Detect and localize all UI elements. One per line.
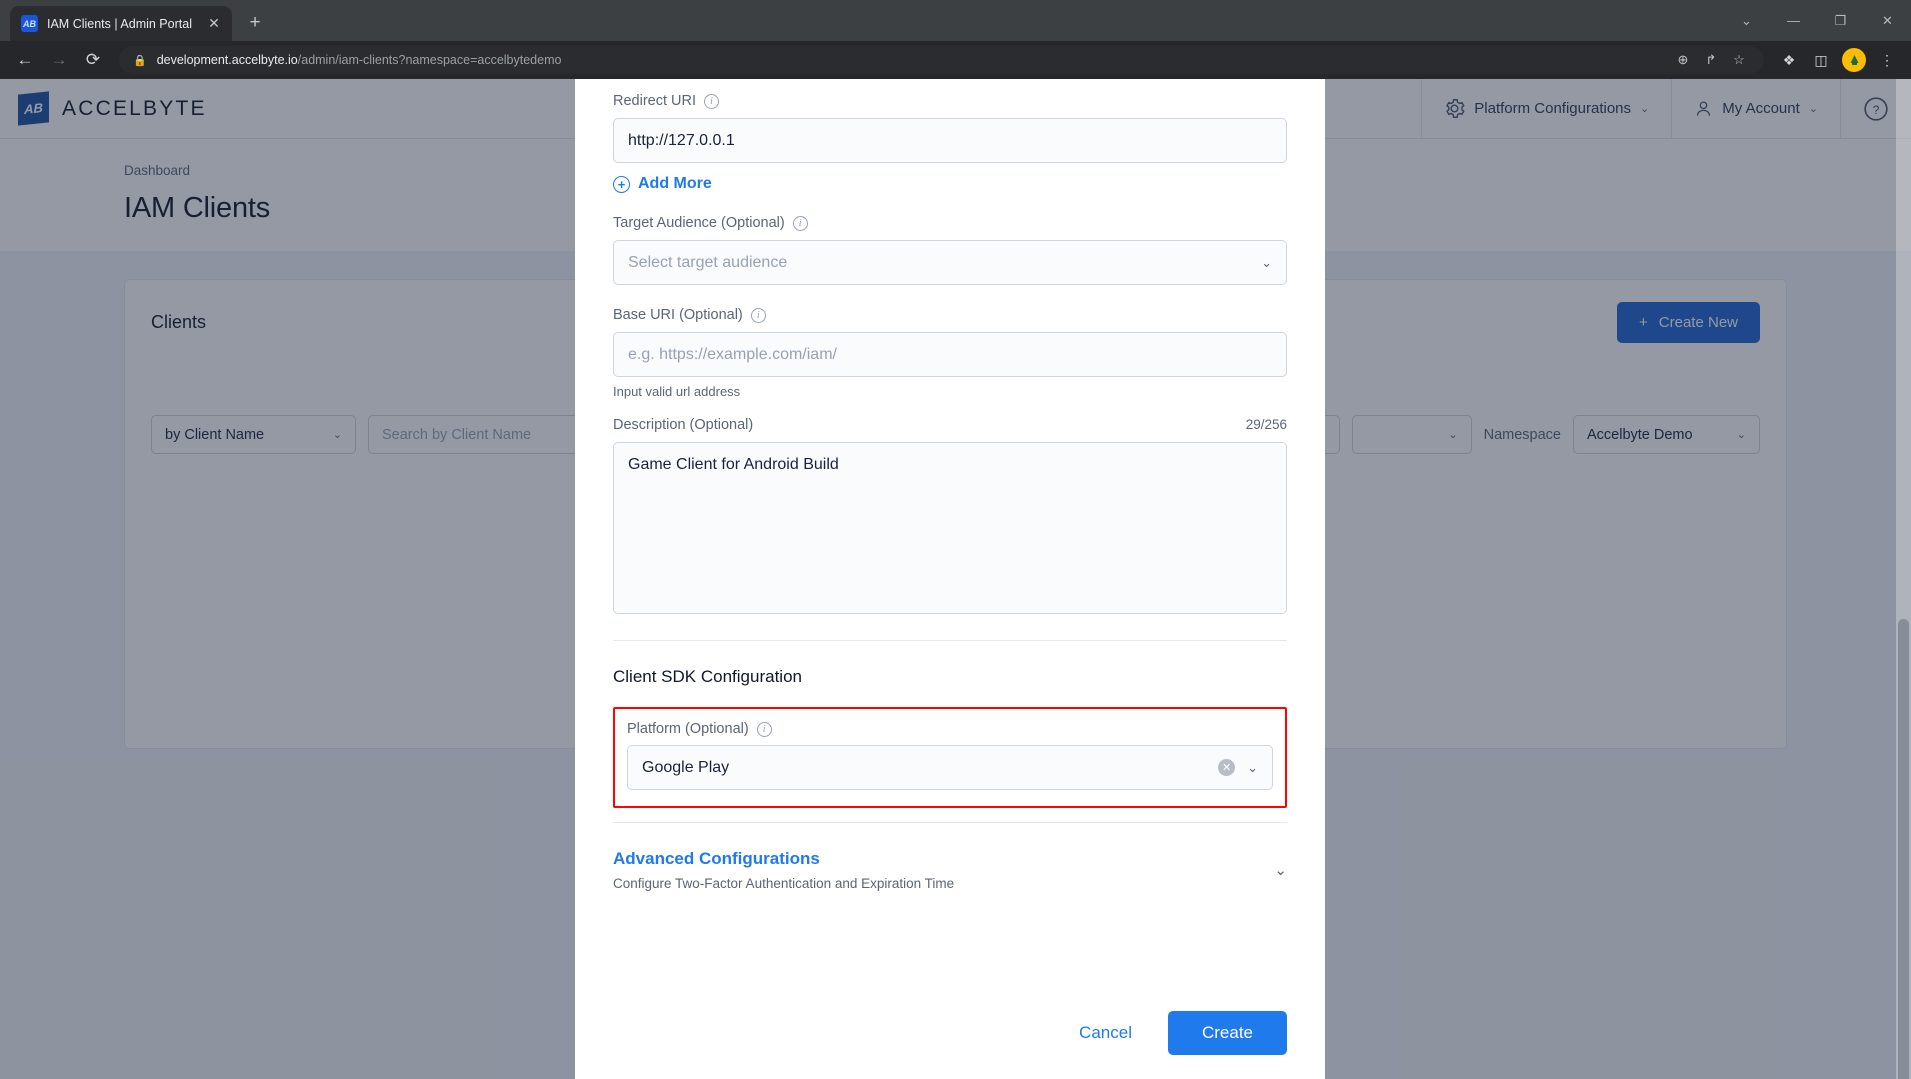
url-domain: development.accelbyte.io: [156, 53, 298, 67]
base-uri-input[interactable]: e.g. https://example.com/iam/: [613, 332, 1287, 377]
minimize-icon[interactable]: —: [1770, 0, 1817, 41]
forward-icon[interactable]: →: [43, 44, 75, 76]
back-icon[interactable]: ←: [9, 44, 41, 76]
platform-field-highlight: Platform (Optional) i Google Play ✕ ⌄: [613, 707, 1287, 808]
page-root: AB ACCELBYTE Platform Configurations ⌄ M…: [0, 79, 1911, 1079]
plus-circle-icon: +: [613, 175, 630, 193]
redirect-uri-label-row: Redirect URI i: [613, 93, 1287, 109]
base-uri-placeholder: e.g. https://example.com/iam/: [628, 345, 837, 363]
browser-tab-strip: AB IAM Clients | Admin Portal ✕ + ⌄ — ❐ …: [0, 0, 1911, 41]
redirect-uri-field: Redirect URI i http://127.0.0.1 + Add Mo…: [613, 79, 1287, 193]
target-audience-select[interactable]: Select target audience ⌄: [613, 240, 1287, 285]
modal-footer: Cancel Create: [575, 993, 1325, 1079]
address-bar[interactable]: 🔒 development.accelbyte.io/admin/iam-cli…: [119, 46, 1764, 74]
info-icon[interactable]: i: [792, 215, 808, 231]
description-value: Game Client for Android Build: [628, 456, 839, 473]
clear-platform-icon[interactable]: ✕: [1218, 759, 1236, 776]
extensions-puzzle-icon[interactable]: ❖: [1774, 45, 1804, 75]
target-audience-label-row: Target Audience (Optional) i: [613, 215, 1287, 231]
base-uri-label: Base URI (Optional): [613, 307, 743, 323]
advanced-text-block: Advanced Configurations Configure Two-Fa…: [613, 849, 954, 891]
browser-tab-iam-clients[interactable]: AB IAM Clients | Admin Portal ✕: [10, 6, 232, 41]
tab-search-chevron-icon[interactable]: ⌄: [1723, 0, 1770, 41]
modal-body: Redirect URI i http://127.0.0.1 + Add Mo…: [575, 79, 1325, 993]
description-label-row: Description (Optional) 29/256: [613, 417, 1287, 433]
advanced-configurations-subtitle: Configure Two-Factor Authentication and …: [613, 876, 955, 891]
description-textarea[interactable]: Game Client for Android Build: [613, 442, 1287, 614]
description-label: Description (Optional): [613, 417, 754, 433]
platform-select[interactable]: Google Play ✕ ⌄: [627, 745, 1273, 790]
tab-favicon: AB: [21, 15, 38, 32]
advanced-configurations-row[interactable]: Advanced Configurations Configure Two-Fa…: [613, 849, 1287, 891]
target-audience-field: Target Audience (Optional) i Select targ…: [613, 215, 1287, 285]
browser-chrome: AB IAM Clients | Admin Portal ✕ + ⌄ — ❐ …: [0, 0, 1911, 79]
maximize-icon[interactable]: ❐: [1817, 0, 1864, 41]
base-uri-helper-text: Input valid url address: [613, 384, 741, 399]
page-scrollbar-track[interactable]: [1896, 79, 1911, 1079]
close-window-icon[interactable]: ✕: [1864, 0, 1911, 41]
target-audience-placeholder: Select target audience: [628, 253, 788, 271]
profile-glyph-icon: [1850, 54, 1858, 65]
share-icon[interactable]: ↱: [1698, 47, 1724, 73]
target-audience-label: Target Audience (Optional): [613, 215, 785, 231]
description-char-counter: 29/256: [1245, 417, 1287, 432]
url-text: development.accelbyte.io/admin/iam-clien…: [157, 53, 562, 67]
url-path: /admin/iam-clients?namespace=accelbytede…: [297, 53, 562, 67]
info-icon[interactable]: i: [756, 721, 772, 737]
reload-icon[interactable]: ⟳: [77, 44, 109, 76]
zoom-icon[interactable]: ⊕: [1670, 47, 1696, 73]
sdk-section-divider: [613, 640, 1287, 641]
chevron-down-icon: ⌄: [1247, 759, 1258, 775]
new-tab-icon[interactable]: +: [240, 8, 270, 38]
omnibox-actions: ⊕ ↱ ☆: [1670, 47, 1752, 73]
bookmark-star-icon[interactable]: ☆: [1726, 47, 1752, 73]
platform-label-row: Platform (Optional) i: [627, 721, 1273, 737]
platform-value: Google Play: [642, 758, 730, 776]
description-field: Description (Optional) 29/256 Game Clien…: [613, 417, 1287, 614]
add-more-button[interactable]: + Add More: [613, 175, 1287, 193]
page-scrollbar-thumb[interactable]: [1898, 619, 1909, 1079]
advanced-configurations-title: Advanced Configurations: [613, 849, 820, 868]
add-more-label: Add More: [638, 175, 712, 192]
advanced-section-divider: [613, 822, 1287, 823]
platform-label: Platform (Optional): [627, 721, 749, 737]
window-controls: ⌄ — ❐ ✕: [1723, 0, 1911, 41]
redirect-uri-input[interactable]: http://127.0.0.1: [613, 118, 1287, 163]
profile-avatar[interactable]: [1842, 48, 1866, 72]
cancel-button[interactable]: Cancel: [1065, 1015, 1146, 1051]
chevron-down-icon[interactable]: ⌄: [1274, 861, 1287, 879]
base-uri-label-row: Base URI (Optional) i: [613, 307, 1287, 323]
info-icon[interactable]: i: [704, 93, 719, 109]
chevron-down-icon: ⌄: [1261, 254, 1272, 270]
tab-title: IAM Clients | Admin Portal: [47, 16, 192, 31]
browser-toolbar: ← → ⟳ 🔒 development.accelbyte.io/admin/i…: [0, 41, 1911, 79]
create-iam-client-modal: Redirect URI i http://127.0.0.1 + Add Mo…: [575, 79, 1325, 1079]
create-button[interactable]: Create: [1167, 1011, 1287, 1055]
lock-icon: 🔒: [133, 54, 147, 67]
info-icon[interactable]: i: [750, 307, 766, 323]
redirect-uri-value: http://127.0.0.1: [628, 131, 735, 149]
redirect-uri-label: Redirect URI: [613, 93, 696, 109]
sdk-section-title: Client SDK Configuration: [613, 667, 802, 686]
browser-menu-icon[interactable]: ⋮: [1872, 45, 1902, 75]
close-tab-icon[interactable]: ✕: [204, 14, 224, 34]
base-uri-field: Base URI (Optional) i e.g. https://examp…: [613, 307, 1287, 399]
side-panel-icon[interactable]: ◫: [1806, 45, 1836, 75]
